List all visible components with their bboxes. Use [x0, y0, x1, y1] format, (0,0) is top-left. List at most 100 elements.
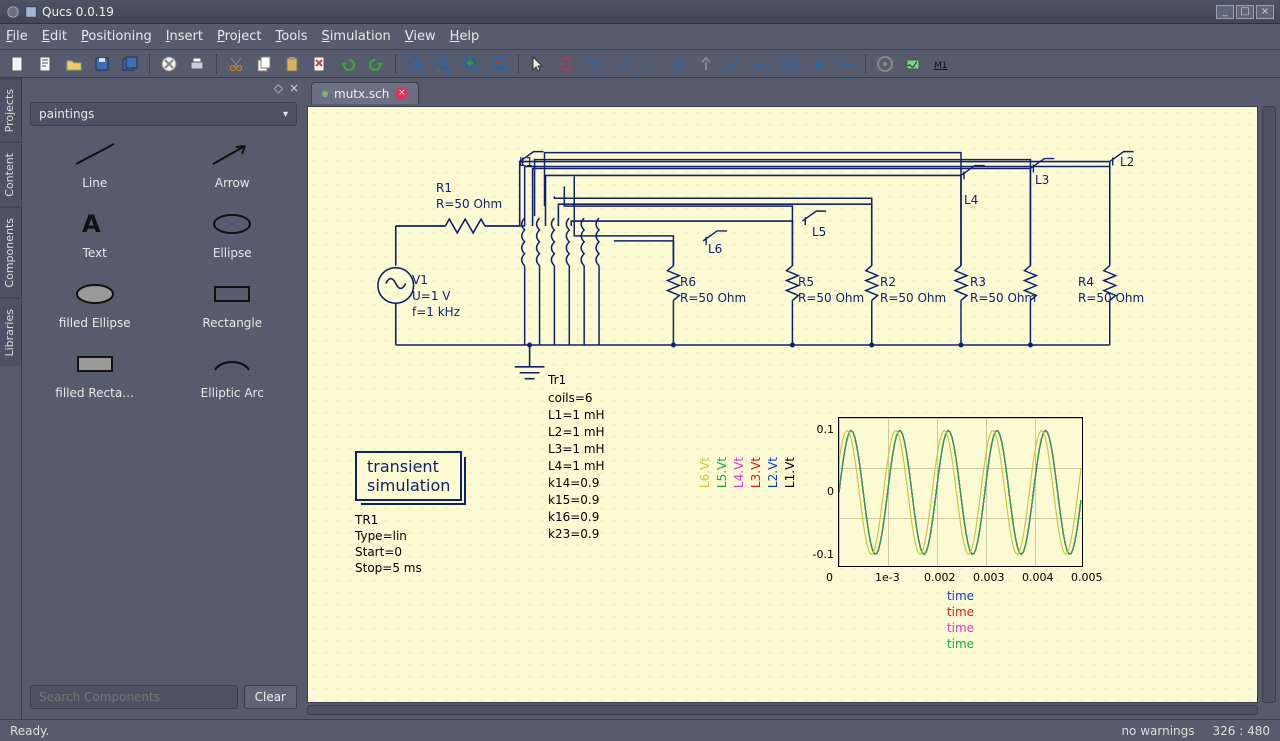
app-icon: [24, 5, 38, 19]
eqn-icon[interactable]: f(u): [778, 53, 802, 75]
palette-line[interactable]: Line: [30, 138, 160, 190]
minimize-button[interactable]: _: [1216, 5, 1234, 19]
down-icon[interactable]: [666, 53, 690, 75]
ytick-0: -0.1: [808, 548, 834, 561]
comp1-icon[interactable]: [554, 53, 578, 75]
tab-modified-icon: [322, 91, 328, 97]
category-combo[interactable]: paintings ▾: [30, 102, 297, 126]
palette-filled-recta-[interactable]: filled Recta…: [30, 348, 160, 400]
label-v1-f: f=1 kHz: [412, 305, 460, 319]
schematic-canvas[interactable]: R1 R=50 Ohm V1 U=1 V f=1 kHz L1 L2 L3 L4…: [307, 106, 1258, 703]
m1-icon[interactable]: M1: [929, 53, 953, 75]
palette-ellipse[interactable]: Ellipse: [168, 208, 298, 260]
search-input[interactable]: [30, 685, 238, 709]
open-icon[interactable]: [62, 53, 86, 75]
redo-icon[interactable]: [364, 53, 388, 75]
ground-icon[interactable]: [806, 53, 830, 75]
palette-elliptic-arc[interactable]: Elliptic Arc: [168, 348, 298, 400]
tr1-line-7: k16=0.9: [548, 510, 599, 524]
pointer-icon[interactable]: [526, 53, 550, 75]
delete-icon[interactable]: [157, 53, 181, 75]
chart[interactable]: [838, 417, 1083, 567]
tr1-line-1: L1=1 mH: [548, 408, 605, 422]
save-all-icon[interactable]: [118, 53, 142, 75]
menu-simulation[interactable]: Simulation: [322, 29, 391, 44]
sidetab-components[interactable]: Components: [0, 207, 21, 298]
menu-positioning[interactable]: Positioning: [81, 29, 152, 44]
name-icon[interactable]: NAME: [750, 53, 774, 75]
comp3-icon[interactable]: [610, 53, 634, 75]
svg-text:f(u): f(u): [785, 61, 798, 69]
tab-strip: mutx.sch ×: [305, 78, 1280, 104]
label-r5-name: R5: [798, 275, 814, 289]
label-r2-name: R2: [880, 275, 896, 289]
menu-project[interactable]: Project: [217, 29, 262, 44]
zoom-100-icon[interactable]: 1: [431, 53, 455, 75]
xtick-3: 0.003: [973, 571, 1005, 584]
port-icon[interactable]: [834, 53, 858, 75]
sim-start: Start=0: [355, 545, 402, 559]
paste-icon[interactable]: [280, 53, 304, 75]
print-icon[interactable]: [185, 53, 209, 75]
new-text-icon[interactable]: [34, 53, 58, 75]
wire-icon[interactable]: [722, 53, 746, 75]
new-file-icon[interactable]: [6, 53, 30, 75]
menu-help[interactable]: Help: [450, 29, 480, 44]
comp2-icon[interactable]: [582, 53, 606, 75]
tab-close-icon[interactable]: ×: [395, 87, 408, 100]
close-button[interactable]: ×: [1256, 5, 1274, 19]
status-bar: Ready. no warnings 326 : 480: [0, 719, 1280, 741]
label-r4-name: R4: [1078, 275, 1094, 289]
palette-arrow[interactable]: Arrow: [168, 138, 298, 190]
close-panel-icon[interactable]: ×: [289, 81, 299, 95]
menu-view[interactable]: View: [405, 29, 436, 44]
label-r3-val: R=50 Ohm: [970, 291, 1036, 305]
palette-filled-ellipse[interactable]: filled Ellipse: [30, 278, 160, 330]
label-l3: L3: [1035, 173, 1049, 187]
sidetab-content[interactable]: Content: [0, 142, 21, 207]
maximize-button[interactable]: □: [1236, 5, 1254, 19]
label-l5: L5: [812, 225, 826, 239]
simulation-box[interactable]: transient simulation: [355, 451, 462, 501]
sim-run-icon[interactable]: [873, 53, 897, 75]
undo-icon[interactable]: [336, 53, 360, 75]
comp4-icon[interactable]: [638, 53, 662, 75]
palette-text[interactable]: AText: [30, 208, 160, 260]
ytick-2: 0.1: [808, 423, 834, 436]
menu-file[interactable]: File: [6, 29, 28, 44]
zoom-fit-icon[interactable]: [403, 53, 427, 75]
doc-del-icon[interactable]: [308, 53, 332, 75]
menu-edit[interactable]: Edit: [42, 29, 67, 44]
label-r5-val: R=50 Ohm: [798, 291, 864, 305]
copy-icon[interactable]: [252, 53, 276, 75]
menu-tools[interactable]: Tools: [276, 29, 308, 44]
label-r4-val: R=50 Ohm: [1078, 291, 1144, 305]
combo-label: paintings: [39, 107, 94, 121]
up-icon[interactable]: [694, 53, 718, 75]
cut-icon[interactable]: [224, 53, 248, 75]
undock-icon[interactable]: ◇: [274, 81, 283, 95]
palette-rectangle[interactable]: Rectangle: [168, 278, 298, 330]
sidetab-libraries[interactable]: Libraries: [0, 298, 21, 367]
xtick-2: 0.002: [924, 571, 956, 584]
document-tab[interactable]: mutx.sch ×: [311, 82, 419, 104]
sim-title2: simulation: [367, 476, 450, 495]
clear-button[interactable]: Clear: [244, 685, 297, 709]
sidetab-projects[interactable]: Projects: [0, 78, 21, 142]
tr1-line-3: L3=1 mH: [548, 442, 605, 456]
sim-dpl-icon[interactable]: [901, 53, 925, 75]
tab-label: mutx.sch: [334, 87, 389, 101]
axislabel-time-1: time: [838, 605, 1083, 619]
label-l2: L2: [1120, 155, 1134, 169]
menubar: File Edit Positioning Insert Project Tools Sim…: [0, 24, 1280, 50]
menu-insert[interactable]: Insert: [166, 29, 203, 44]
vertical-scrollbar[interactable]: [1262, 106, 1276, 703]
horizontal-scrollbar[interactable]: [307, 705, 1258, 715]
zoom-in-icon[interactable]: [459, 53, 483, 75]
zoom-out-icon[interactable]: [487, 53, 511, 75]
label-r1-name: R1: [436, 181, 452, 195]
save-icon[interactable]: [90, 53, 114, 75]
sim-name: TR1: [355, 513, 378, 527]
sim-stop: Stop=5 ms: [355, 561, 422, 575]
app-menu-icon[interactable]: [6, 5, 20, 19]
